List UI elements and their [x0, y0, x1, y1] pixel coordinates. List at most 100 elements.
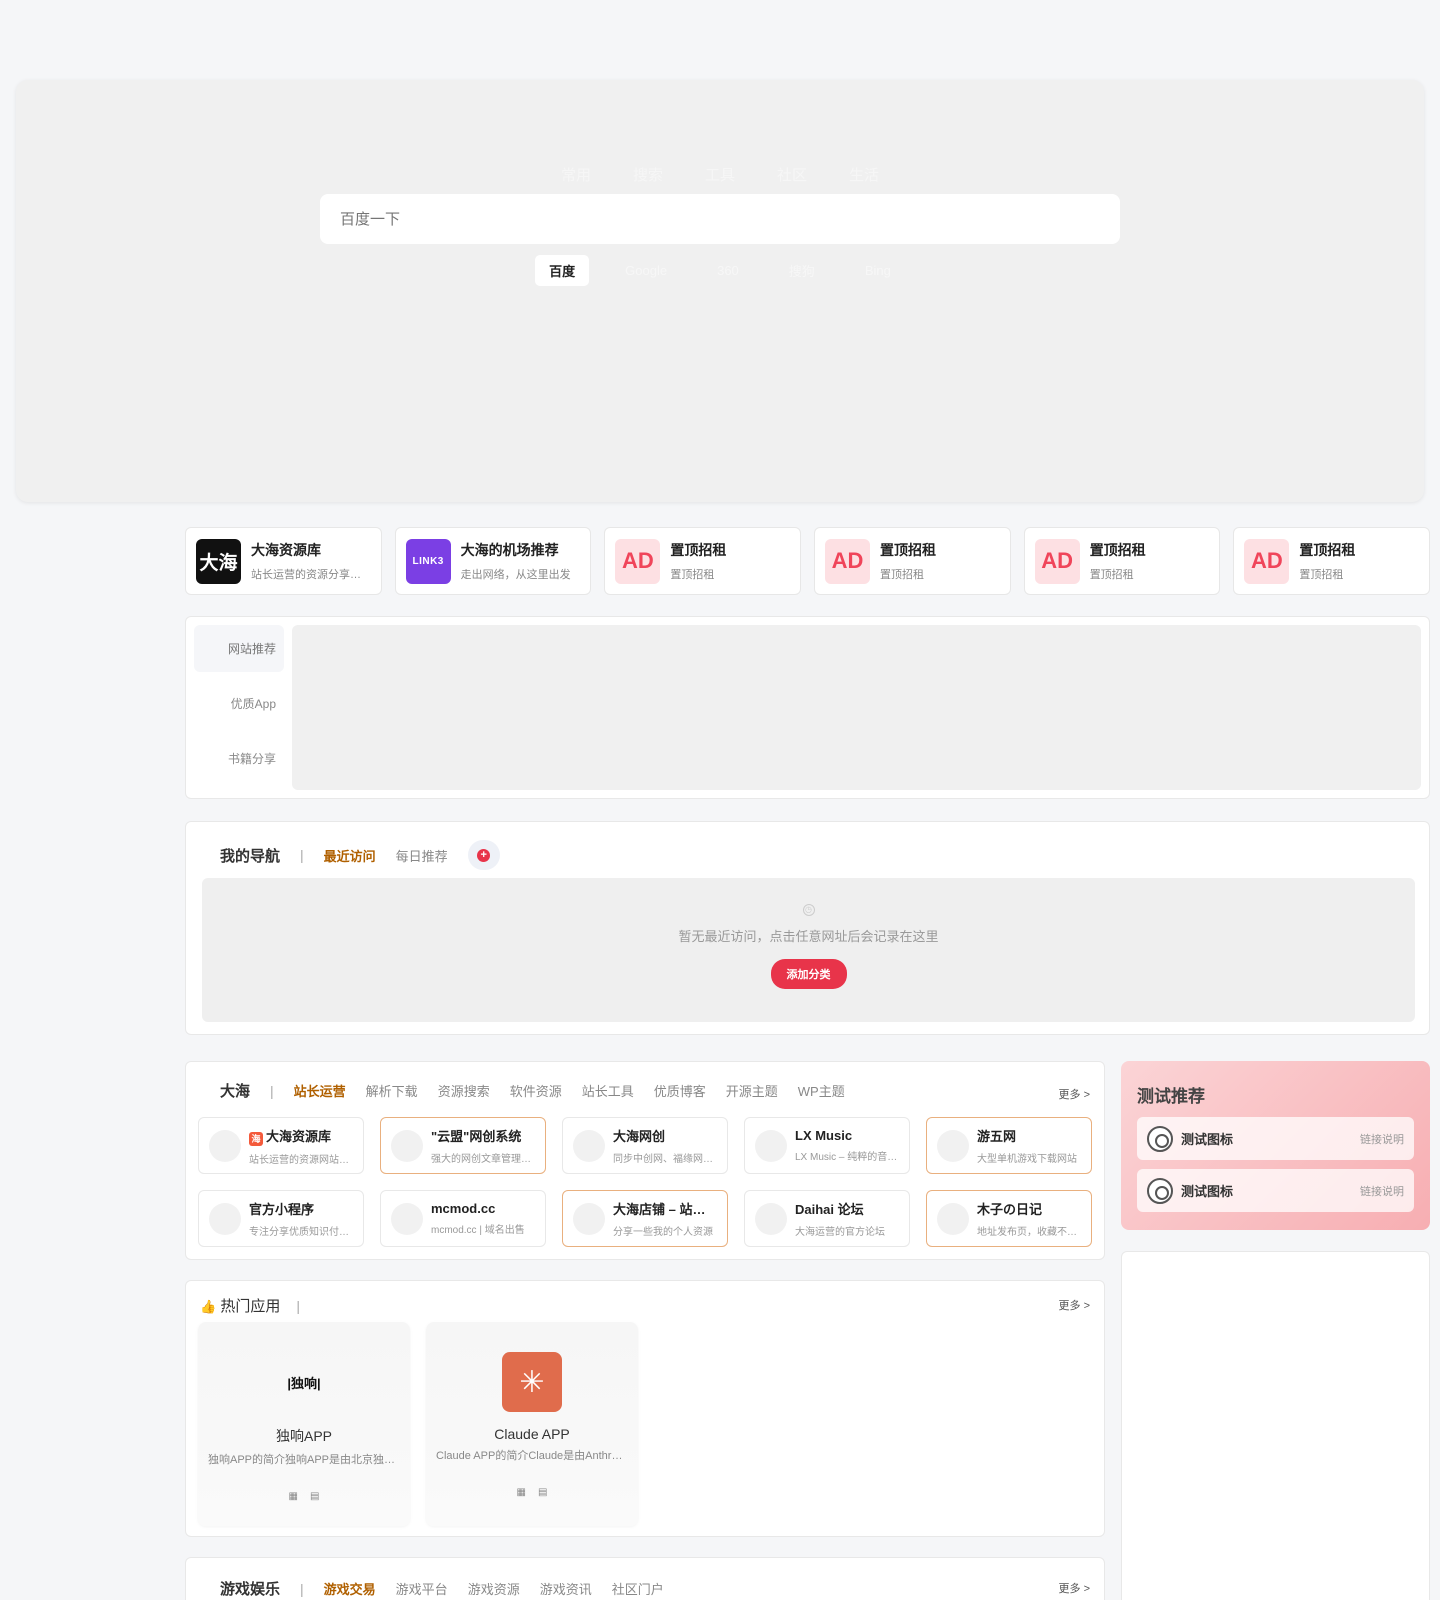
- tab-game-resource[interactable]: 游戏资源: [468, 1579, 520, 1598]
- ad-title: 置顶招租: [880, 542, 937, 558]
- site-card[interactable]: 木子の日记 地址发布页，收藏不迷路: [926, 1190, 1092, 1247]
- site-desc: 专注分享优质知识付费资源: [249, 1227, 353, 1238]
- dahai-panel: 大海 | 站长运营 解析下载 资源搜索 软件资源 站长工具 优质博客 开源主题 …: [185, 1061, 1105, 1260]
- claude-logo-icon: ✳: [502, 1352, 562, 1412]
- engine-tab-bing[interactable]: Bing: [851, 257, 905, 284]
- site-card[interactable]: 海大海资源库 站长运营的资源网站分享平台: [198, 1117, 364, 1174]
- app-name: 独响APP: [275, 1428, 332, 1444]
- ad-card[interactable]: LINK3 大海的机场推荐 走出网络，从这里出发: [394, 527, 592, 595]
- app-card[interactable]: |独响| 独响APP 独响APP的简介独响APP是由北京独响科技开发 ▦ ▤: [198, 1322, 410, 1526]
- qr-code-icon: ▤: [310, 1491, 320, 1502]
- platform-icons: ▦ ▤: [198, 1491, 410, 1502]
- hero-banner: 常用 搜索 工具 社区 生活 百度 Google 360 搜狗 Bing: [16, 80, 1424, 502]
- site-desc: 地址发布页，收藏不迷路: [977, 1227, 1081, 1238]
- add-nav-button[interactable]: +: [467, 840, 500, 870]
- ad-desc: 站长运营的资源分享平台: [251, 569, 371, 581]
- tab-open-themes[interactable]: 开源主题: [726, 1081, 778, 1100]
- tab-resource-search[interactable]: 资源搜索: [438, 1081, 490, 1100]
- tab-game-news[interactable]: 游戏资讯: [540, 1579, 592, 1598]
- tab-community[interactable]: 社区门户: [612, 1579, 664, 1598]
- ad-badge-icon: AD: [1034, 538, 1080, 584]
- site-card[interactable]: "云盟"网创系统 强大的网创文章管理系统: [380, 1117, 546, 1174]
- tab-blogs[interactable]: 优质博客: [654, 1081, 706, 1100]
- site-avatar: [755, 1129, 787, 1162]
- section-title: 我的导航: [220, 847, 281, 865]
- ad-card[interactable]: AD 置顶招租 置顶招租: [1233, 527, 1431, 595]
- more-link[interactable]: 更多 >: [1059, 1297, 1090, 1313]
- tab-daily[interactable]: 每日推荐: [396, 846, 448, 865]
- tab-webmaster-ops[interactable]: 站长运营: [294, 1081, 346, 1100]
- site-title: "云盟"网创系统: [431, 1129, 522, 1144]
- tab-game-platform[interactable]: 游戏平台: [396, 1579, 448, 1598]
- site-card[interactable]: 游五网 大型单机游戏下载网站: [926, 1117, 1092, 1174]
- tab-site-recommend[interactable]: 网站推荐: [194, 625, 284, 672]
- tab-game-trade[interactable]: 游戏交易: [324, 1579, 376, 1598]
- engine-tab-sogou[interactable]: 搜狗: [775, 255, 829, 286]
- site-title: 木子の日记: [977, 1202, 1043, 1217]
- ad-desc: 置顶招租: [1089, 569, 1134, 581]
- search-category-tab[interactable]: 工具: [705, 164, 735, 185]
- site-card[interactable]: mcmod.cc mcmod.cc | 域名出售: [380, 1190, 546, 1247]
- app-desc: 独响APP的简介独响APP是由北京独响科技开发: [208, 1454, 410, 1466]
- ad-badge-icon: AD: [615, 538, 661, 584]
- divider: |: [300, 1580, 304, 1597]
- ad-badge-icon: AD: [825, 538, 871, 584]
- link3-logo-icon: LINK3: [405, 538, 451, 584]
- tab-wp-themes[interactable]: WP主题: [798, 1081, 845, 1100]
- test-recommend-widget: 测试推荐 测试图标 链接说明 测试图标 链接说明: [1121, 1061, 1430, 1230]
- site-title: LX Music: [795, 1128, 853, 1143]
- site-card[interactable]: 大海店铺 – 站长店铺 分享一些我的个人资源: [562, 1190, 728, 1247]
- site-card[interactable]: 大海网创 同步中创网、福缘网资源: [562, 1117, 728, 1174]
- section-title: 游戏娱乐: [220, 1581, 281, 1598]
- tab-book-share[interactable]: 书籍分享: [194, 735, 284, 782]
- ad-card[interactable]: AD 置顶招租 置顶招租: [814, 527, 1011, 595]
- app-card[interactable]: ✳ Claude APP Claude APP的简介Claude是由Anthro…: [426, 1322, 638, 1526]
- ad-desc: 置顶招租: [1299, 569, 1344, 581]
- thumbs-up-icon: 👍: [200, 1299, 217, 1314]
- search-category-tab[interactable]: 常用: [561, 164, 591, 185]
- site-title: 大海店铺 – 站长店铺: [613, 1202, 717, 1217]
- dux-app-logo-icon: |独响|: [287, 1375, 321, 1391]
- search-category-tab[interactable]: 搜索: [633, 164, 663, 185]
- platform-icons: ▦ ▤: [426, 1487, 638, 1498]
- site-title-text: 大海资源库: [266, 1128, 332, 1144]
- site-card[interactable]: LX Music LX Music – 纯粹的音乐播放器: [744, 1117, 910, 1174]
- ad-desc: 置顶招租: [670, 569, 715, 581]
- ad-title: 置顶招租: [670, 542, 727, 558]
- test-link-item[interactable]: 测试图标 链接说明: [1137, 1169, 1414, 1212]
- tab-quality-app[interactable]: 优质App: [194, 680, 284, 727]
- ad-card[interactable]: 大海 大海资源库 站长运营的资源分享平台: [185, 527, 382, 595]
- site-card[interactable]: 官方小程序 专注分享优质知识付费资源: [198, 1190, 364, 1247]
- section-title: 👍 热门应用: [200, 1295, 280, 1316]
- my-nav-panel: 我的导航 | 最近访问 每日推荐 + ◷ 暂无最近访问，点击任意网址后会记录在这…: [185, 821, 1430, 1035]
- site-card[interactable]: Daihai 论坛 大海运营的官方论坛: [744, 1190, 910, 1247]
- site-desc: mcmod.cc | 域名出售: [431, 1225, 525, 1236]
- ad-card[interactable]: AD 置顶招租 置顶招租: [1023, 527, 1221, 595]
- ad-card[interactable]: AD 置顶招租 置顶招租: [604, 527, 802, 595]
- site-desc: 大海运营的官方论坛: [795, 1227, 885, 1238]
- search-category-tab[interactable]: 社区: [777, 164, 807, 185]
- add-category-button[interactable]: 添加分类: [770, 959, 847, 989]
- test-link-note: 链接说明: [1360, 1185, 1404, 1198]
- tab-recent[interactable]: 最近访问: [324, 846, 376, 865]
- site-desc: LX Music – 纯粹的音乐播放器: [795, 1152, 899, 1163]
- engine-tab-360[interactable]: 360: [703, 257, 753, 284]
- search-category-tab[interactable]: 生活: [849, 164, 879, 185]
- site-title: 官方小程序: [249, 1202, 315, 1217]
- site-desc: 分享一些我的个人资源: [613, 1227, 713, 1238]
- site-avatar: [573, 1129, 605, 1162]
- ad-title: 大海的机场推荐: [460, 542, 559, 558]
- tab-parse-download[interactable]: 解析下载: [366, 1081, 418, 1100]
- search-input[interactable]: [340, 210, 1100, 228]
- tab-webmaster-tools[interactable]: 站长工具: [582, 1081, 634, 1100]
- engine-tab-baidu[interactable]: 百度: [535, 255, 590, 286]
- section-title-text: 热门应用: [220, 1298, 281, 1315]
- recommend-content: [292, 625, 1421, 790]
- test-link-item[interactable]: 测试图标 链接说明: [1137, 1117, 1414, 1160]
- engine-tab-google[interactable]: Google: [611, 257, 681, 284]
- test-link-note: 链接说明: [1360, 1133, 1404, 1146]
- site-badge-icon: 海: [249, 1131, 263, 1146]
- more-link[interactable]: 更多 >: [1059, 1580, 1090, 1596]
- tab-software[interactable]: 软件资源: [510, 1081, 562, 1100]
- more-link[interactable]: 更多 >: [1059, 1086, 1090, 1102]
